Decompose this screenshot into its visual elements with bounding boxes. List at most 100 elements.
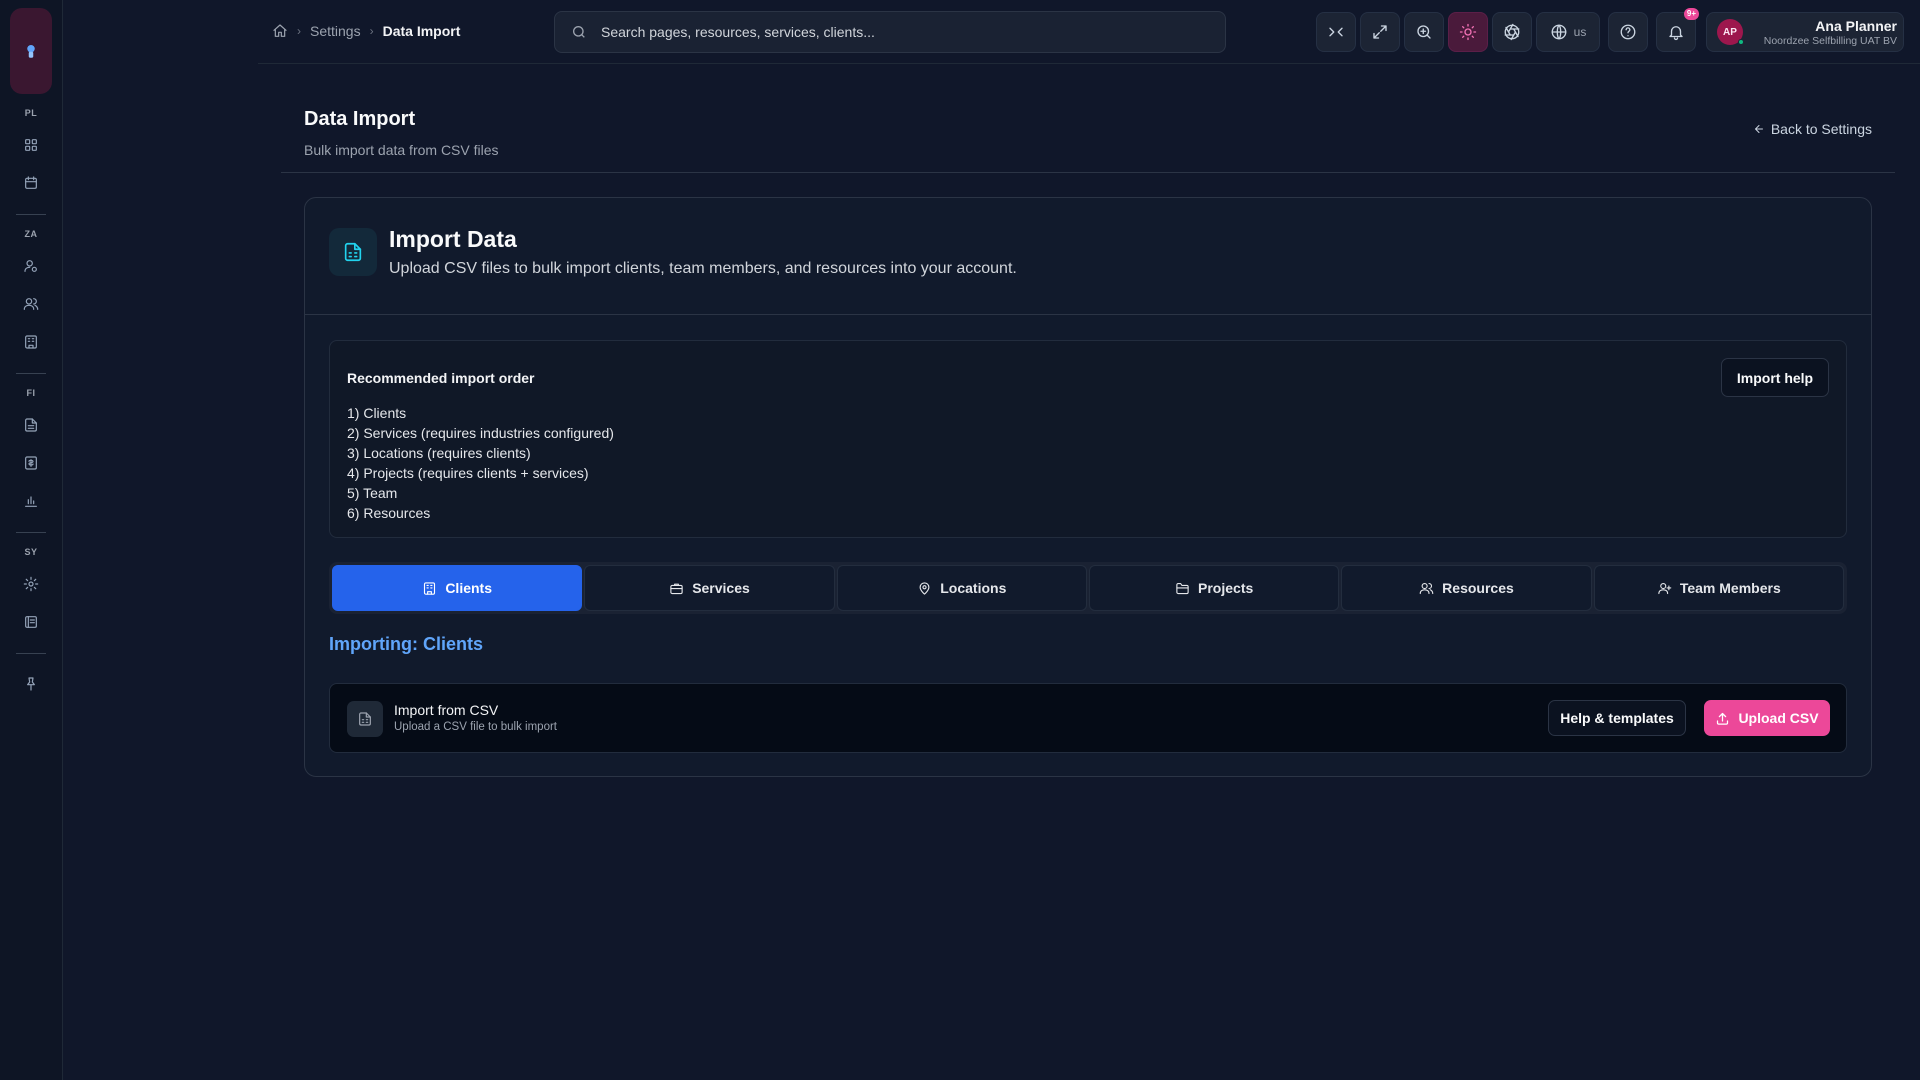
dashboard-icon[interactable]	[13, 127, 49, 163]
tab-services[interactable]: Services	[584, 565, 835, 611]
breadcrumb: › Settings › Data Import	[272, 23, 460, 39]
invoice-icon[interactable]	[13, 445, 49, 481]
back-label: Back to Settings	[1770, 121, 1872, 137]
tab-team-members[interactable]: Team Members	[1593, 565, 1844, 611]
aperture-icon	[1504, 23, 1520, 41]
file-icon	[329, 228, 377, 276]
user-name: Ana Planner	[1815, 17, 1897, 34]
help-button[interactable]	[1608, 12, 1648, 52]
appearance-button[interactable]	[1492, 12, 1532, 52]
list-item: 1) Clients	[347, 405, 407, 421]
user-org: Noordzee Selfbilling UAT BV	[1763, 34, 1897, 47]
page-subtitle: Bulk import data from CSV files	[304, 142, 499, 158]
chevron-right-icon: ›	[369, 24, 374, 38]
chart-icon[interactable]	[13, 483, 49, 519]
import-card-header: Import Data Upload CSV files to bulk imp…	[305, 198, 1871, 315]
sidebar-divider	[16, 214, 46, 215]
notifications-button[interactable]: 9+	[1656, 8, 1699, 52]
search-placeholder: Search pages, resources, services, clien…	[601, 24, 875, 40]
list-item: 4) Projects (requires clients + services…	[347, 465, 589, 481]
user-info: Ana Planner Noordzee Selfbilling UAT BV	[1753, 18, 1897, 47]
tab-locations[interactable]: Locations	[836, 565, 1087, 611]
theme-toggle-button[interactable]	[1448, 12, 1488, 52]
chevron-right-icon: ›	[297, 24, 301, 38]
help-templates-button[interactable]: Help & templates	[1548, 700, 1686, 736]
arrow-left-icon	[1754, 125, 1763, 133]
tab-label: Projects	[1198, 580, 1254, 596]
avatar: AP	[1717, 19, 1744, 45]
tab-clients[interactable]: Clients	[332, 565, 583, 611]
notifications-badge: 9+	[1683, 8, 1699, 20]
document-icon[interactable]	[13, 407, 49, 443]
user-plus-icon	[1658, 582, 1672, 594]
card-title: Import Data	[389, 226, 517, 252]
building-icon[interactable]	[13, 324, 49, 360]
tab-resources[interactable]: Resources	[1341, 565, 1592, 611]
list-item: 5) Team	[347, 485, 398, 501]
sidebar-divider	[16, 532, 46, 533]
list-item: 2) Services (requires industries configu…	[347, 425, 614, 441]
tab-projects[interactable]: Projects	[1088, 565, 1340, 611]
calendar-icon[interactable]	[13, 165, 49, 201]
ledger-icon[interactable]	[13, 604, 49, 640]
header-divider	[281, 172, 1895, 173]
list-item: 3) Locations (requires clients)	[347, 445, 531, 461]
map-pin-icon	[919, 581, 930, 595]
importing-heading: Importing: Clients	[329, 634, 483, 654]
page-header: Data Import Bulk import data from CSV fi…	[304, 108, 499, 158]
language-code: us	[1573, 25, 1587, 39]
back-to-settings-link[interactable]: Back to Settings	[1753, 121, 1872, 137]
bell-icon	[1669, 26, 1683, 41]
gear-icon[interactable]	[13, 566, 49, 602]
recommended-order-panel: Recommended import order 1) Clients 2) S…	[329, 340, 1847, 538]
language-button[interactable]: us	[1536, 12, 1600, 52]
tab-label: Team Members	[1679, 580, 1781, 596]
tab-label: Resources	[1442, 580, 1514, 596]
csv-import-row: Import from CSV Upload a CSV file to bul…	[329, 683, 1847, 753]
logo-icon	[27, 45, 35, 58]
import-type-tabs: Clients Services Locations Projects Reso…	[329, 562, 1847, 614]
sidebar-divider	[16, 373, 46, 374]
briefcase-icon	[670, 583, 683, 594]
tab-label: Clients	[445, 580, 492, 596]
help-circle-icon	[1620, 24, 1636, 40]
user-menu[interactable]: AP Ana Planner Noordzee Selfbilling UAT …	[1706, 12, 1904, 52]
pin-icon[interactable]	[13, 666, 49, 702]
recommended-title: Recommended import order	[347, 370, 535, 386]
sun-icon	[1459, 23, 1477, 41]
sidebar-section-fi: FI	[26, 388, 36, 398]
import-card: Import Data Upload CSV files to bulk imp…	[304, 197, 1872, 777]
topbar: › Settings › Data Import Search pages, r…	[258, 0, 1920, 64]
spreadsheet-icon	[347, 701, 383, 737]
list-item: 6) Resources	[347, 505, 431, 521]
home-icon[interactable]	[272, 23, 288, 39]
sidebar-section-sy: SY	[24, 547, 38, 557]
sidebar: PL ZA FI SY	[0, 0, 63, 1080]
page-title: Data Import	[304, 108, 416, 130]
fullscreen-button[interactable]	[1360, 12, 1400, 52]
zoom-button[interactable]	[1404, 12, 1444, 52]
csv-subtitle: Upload a CSV file to bulk import	[394, 721, 557, 733]
avatar-initials: AP	[1723, 26, 1737, 38]
search-input[interactable]: Search pages, resources, services, clien…	[554, 11, 1226, 53]
upload-icon	[1717, 712, 1729, 725]
collapse-icon	[1329, 27, 1343, 37]
card-subtitle: Upload CSV files to bulk import clients,…	[389, 260, 1017, 277]
recommended-list: 1) Clients 2) Services (requires industr…	[347, 403, 614, 523]
sidebar-section-pl: PL	[24, 108, 38, 118]
expand-icon	[1373, 25, 1387, 39]
users-icon[interactable]	[13, 286, 49, 322]
upload-csv-button[interactable]: Upload CSV	[1704, 700, 1830, 736]
sidebar-divider	[16, 653, 46, 654]
folder-icon	[1176, 582, 1189, 594]
collapse-button[interactable]	[1316, 12, 1356, 52]
search-icon	[573, 26, 585, 38]
tab-label: Services	[692, 580, 750, 596]
building-icon	[424, 581, 436, 595]
breadcrumb-settings[interactable]: Settings	[310, 23, 361, 39]
import-help-button[interactable]: Import help	[1721, 358, 1829, 397]
user-settings-icon[interactable]	[13, 248, 49, 284]
app-logo[interactable]	[10, 8, 52, 94]
zoom-in-icon	[1417, 25, 1431, 39]
csv-title: Import from CSV	[394, 702, 499, 718]
